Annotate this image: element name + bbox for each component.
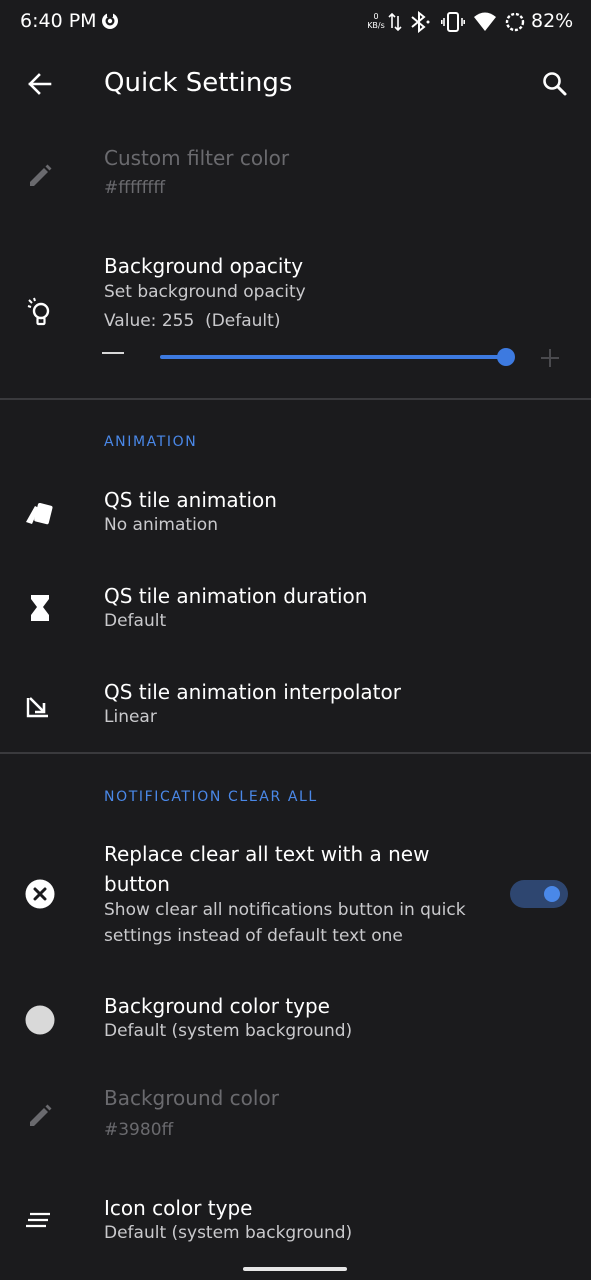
divider	[0, 752, 591, 754]
background-color-type-row[interactable]: Background color type Default (system ba…	[0, 984, 591, 1076]
qs-tile-animation-interpolator-title: QS tile animation interpolator	[104, 680, 401, 704]
pencil-icon	[30, 164, 52, 186]
page-title: Quick Settings	[104, 68, 293, 98]
search-icon	[543, 72, 567, 96]
section-header-notification-clear-all: NOTIFICATION CLEAR ALL	[104, 789, 318, 805]
app-bar: Quick Settings	[0, 44, 591, 126]
back-button[interactable]	[20, 64, 60, 104]
circle-icon	[25, 1005, 55, 1035]
qs-tile-animation-title: QS tile animation	[104, 488, 277, 512]
bluetooth-icon	[411, 11, 430, 33]
home-indicator[interactable]	[243, 1267, 347, 1271]
hourglass-icon	[31, 595, 49, 621]
replace-clear-all-subtitle-line2: settings instead of default text one	[104, 926, 403, 946]
toggle-thumb	[544, 886, 560, 902]
lines-icon	[26, 1212, 50, 1228]
slider-decrease-button[interactable]	[102, 352, 124, 354]
replace-clear-all-row[interactable]: Replace clear all text with a new button…	[0, 830, 591, 964]
qs-tile-animation-duration-row[interactable]: QS tile animation duration Default	[0, 566, 591, 662]
background-opacity-row[interactable]: Background opacity Set background opacit…	[0, 240, 591, 398]
net-speed-unit: KB/s	[367, 21, 385, 30]
replace-clear-all-subtitle-line1: Show clear all notifications button in q…	[104, 900, 466, 920]
divider	[0, 398, 591, 400]
qs-tile-animation-duration-title: QS tile animation duration	[104, 584, 368, 608]
net-speed-value: 0	[373, 12, 379, 21]
arrow-back-icon	[28, 73, 52, 95]
replace-clear-all-title-line2: button	[104, 872, 170, 896]
status-time: 6:40 PM	[20, 10, 97, 32]
section-header-animation: ANIMATION	[104, 434, 198, 450]
background-opacity-value: Value: 255 (Default)	[104, 311, 281, 331]
icon-color-type-row[interactable]: Icon color type Default (system backgrou…	[0, 1180, 591, 1260]
background-color-type-value: Default (system background)	[104, 1021, 353, 1041]
net-speed: 0 KB/s	[365, 12, 387, 34]
opacity-slider-thumb[interactable]	[497, 348, 515, 366]
vibrate-icon	[441, 12, 465, 32]
slider-increase-button[interactable]	[540, 348, 560, 368]
data-arrows-icon	[388, 12, 402, 32]
status-bar: 6:40 PM 0 KB/s 82%	[0, 0, 591, 44]
custom-filter-color-row: Custom filter color #ffffffff	[0, 126, 591, 226]
qs-tile-animation-interpolator-row[interactable]: QS tile animation interpolator Linear	[0, 662, 591, 752]
replace-clear-all-title-line1: Replace clear all text with a new	[104, 842, 430, 866]
opacity-slider-track[interactable]	[160, 355, 506, 359]
icon-color-type-value: Default (system background)	[104, 1223, 353, 1243]
background-color-value: #3980ff	[104, 1120, 174, 1140]
icon-color-type-title: Icon color type	[104, 1196, 253, 1220]
wifi-icon	[474, 12, 496, 31]
qs-tile-animation-row[interactable]: QS tile animation No animation	[0, 470, 591, 566]
background-opacity-title: Background opacity	[104, 254, 304, 278]
close-circle-icon	[25, 879, 55, 909]
tile-animation-icon	[26, 502, 53, 525]
battery-level: 82%	[531, 10, 574, 32]
background-color-row: Background color #3980ff	[0, 1076, 591, 1180]
qs-tile-animation-value: No animation	[104, 515, 218, 535]
qs-tile-animation-duration-value: Default	[104, 611, 167, 631]
background-color-type-title: Background color type	[104, 994, 330, 1018]
qs-tile-animation-interpolator-value: Linear	[104, 707, 157, 727]
custom-filter-color-title: Custom filter color	[104, 146, 290, 170]
lightbulb-icon	[27, 297, 50, 326]
background-opacity-subtitle: Set background opacity	[104, 282, 306, 302]
pencil-icon	[30, 1104, 52, 1126]
cast-icon	[102, 12, 118, 29]
battery-saver-icon	[505, 12, 525, 32]
interpolator-arrow-icon	[26, 697, 48, 718]
custom-filter-color-value: #ffffffff	[104, 178, 166, 198]
search-button[interactable]	[535, 64, 575, 104]
background-color-title: Background color	[104, 1086, 279, 1110]
replace-clear-all-toggle[interactable]	[510, 880, 568, 908]
